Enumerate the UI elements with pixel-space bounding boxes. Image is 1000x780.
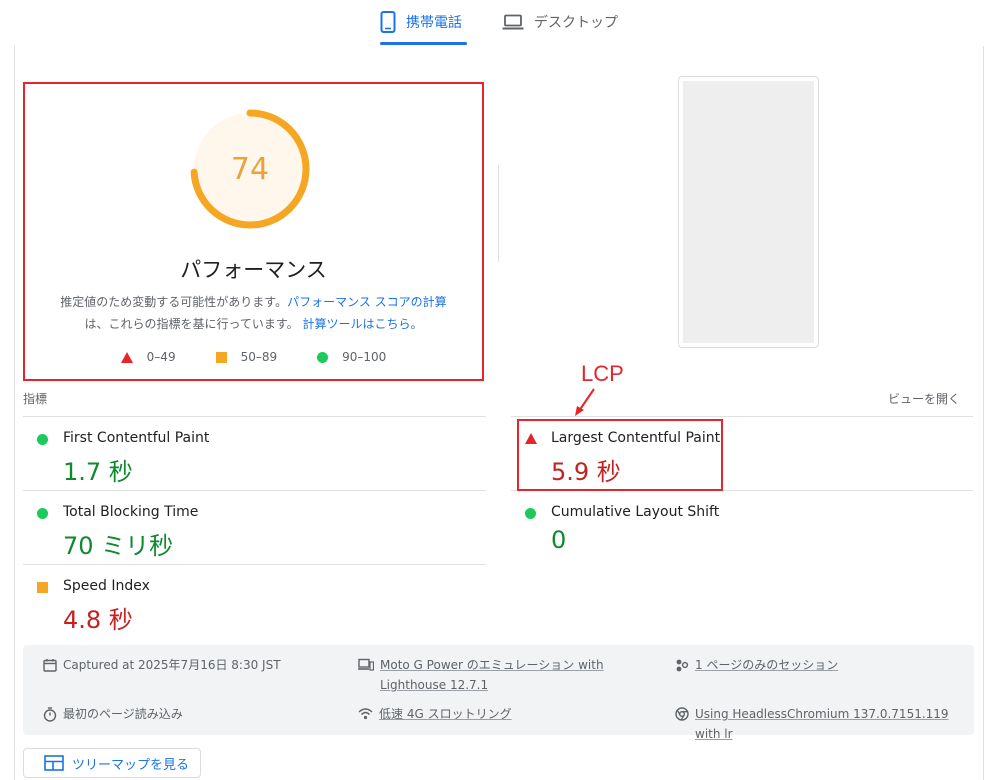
content-border-left [14, 46, 15, 780]
chrome-icon [675, 707, 689, 721]
captured-at-text: Captured at 2025年7月16日 8:30 JST [63, 658, 281, 672]
session-link[interactable]: 1 ページのみのセッション [695, 655, 838, 675]
metric-name: Cumulative Layout Shift [551, 504, 720, 520]
calendar-icon [43, 659, 57, 672]
legend-average-label: 50–89 [240, 350, 278, 364]
device-tabs: 携帯電話 デスクトップ [0, 0, 1000, 46]
browser-link[interactable]: Using HeadlessChromium 137.0.7151.119 wi… [695, 704, 974, 744]
metrics-divider [23, 564, 486, 565]
metrics-divider [511, 416, 973, 417]
wifi-icon [358, 708, 373, 720]
metric-name: Speed Index [63, 578, 150, 594]
metric-value: 0 [551, 526, 567, 554]
legend-good: 90–100 [317, 350, 386, 364]
good-circle-icon [37, 508, 48, 519]
metric-value: 4.8 秒 [63, 606, 133, 634]
lighthouse-version-link[interactable]: Lighthouse 12.7.1 [380, 678, 488, 692]
devices-icon [358, 658, 374, 671]
captured-at: Captured at 2025年7月16日 8:30 JST [43, 655, 281, 675]
calculator-link[interactable]: 計算ツールはこちら。 [303, 317, 423, 331]
lcp-annotation-label: LCP [581, 361, 624, 386]
metric-name: Largest Contentful Paint [551, 430, 721, 446]
good-circle-icon [37, 434, 48, 445]
timer-icon [43, 707, 57, 722]
initial-load-text: 最初のページ読み込み [63, 707, 183, 721]
page-screenshot-thumbnail[interactable] [678, 76, 819, 348]
score-desc-text-1: 推定値のため変動する可能性があります。 [60, 295, 288, 309]
device-link[interactable]: Moto G Power のエミュレーション with [380, 658, 604, 672]
legend-poor-label: 0–49 [146, 350, 176, 364]
annotation-arrow-icon [575, 388, 595, 416]
square-icon [215, 351, 227, 363]
browser-info: Using HeadlessChromium 137.0.7151.119 wi… [675, 704, 974, 744]
metrics-divider [23, 490, 486, 491]
active-tab-indicator [380, 42, 467, 45]
tab-desktop-label: デスクトップ [534, 15, 618, 31]
session-type: 1 ページのみのセッション [675, 655, 838, 675]
tab-mobile[interactable]: 携帯電話 [380, 0, 462, 44]
score-desc-text-2: は、これらの指標を基に行っています。 [84, 317, 299, 331]
poor-triangle-icon [525, 433, 537, 444]
metric-value: 5.9 秒 [551, 458, 621, 486]
legend-good-label: 90–100 [342, 350, 387, 364]
score-value: 74 [230, 151, 270, 187]
network-throttling: 低速 4G スロットリング [358, 704, 512, 724]
metric-name: First Contentful Paint [63, 430, 210, 446]
screenshot-placeholder [683, 81, 814, 343]
emulated-device: Moto G Power のエミュレーション with Lighthouse 1… [358, 655, 604, 695]
score-calc-link[interactable]: パフォーマンス スコアの計算 [287, 295, 447, 309]
triangle-icon [120, 351, 133, 363]
view-treemap-label: ツリーマップを見る [72, 757, 190, 773]
view-treemap-button[interactable]: ツリーマップを見る [23, 748, 201, 778]
performance-score-panel: 74 パフォーマンス 推定値のため変動する可能性があります。パフォーマンス スコ… [23, 82, 484, 381]
circle-icon [317, 351, 329, 363]
tab-mobile-label: 携帯電話 [406, 15, 462, 31]
average-square-icon [37, 582, 48, 593]
metrics-heading: 指標 [23, 392, 48, 406]
legend-poor: 0–49 [120, 350, 176, 364]
session-dots-icon [676, 659, 689, 672]
legend-average: 50–89 [215, 350, 278, 364]
metric-value: 1.7 秒 [63, 458, 133, 486]
content-border-right [983, 46, 984, 780]
score-legend: 0–49 50–89 90–100 [25, 350, 482, 364]
initial-load: 最初のページ読み込み [43, 704, 183, 724]
good-circle-icon [525, 508, 536, 519]
tab-desktop[interactable]: デスクトップ [502, 0, 618, 44]
metrics-divider [23, 416, 486, 417]
vertical-divider [498, 165, 499, 262]
throttling-link[interactable]: 低速 4G スロットリング [379, 704, 512, 724]
expand-view-toggle[interactable]: ビューを開く [888, 390, 960, 407]
runtime-settings-panel: Captured at 2025年7月16日 8:30 JST Moto G P… [23, 645, 974, 741]
score-description: 推定値のため変動する可能性があります。パフォーマンス スコアの計算 は、これらの… [45, 291, 462, 335]
treemap-icon [44, 755, 64, 771]
score-title: パフォーマンス [180, 258, 327, 282]
phone-icon [380, 11, 396, 33]
metric-value: 70 ミリ秒 [63, 532, 174, 560]
metric-name: Total Blocking Time [63, 504, 199, 520]
laptop-icon [502, 14, 524, 30]
